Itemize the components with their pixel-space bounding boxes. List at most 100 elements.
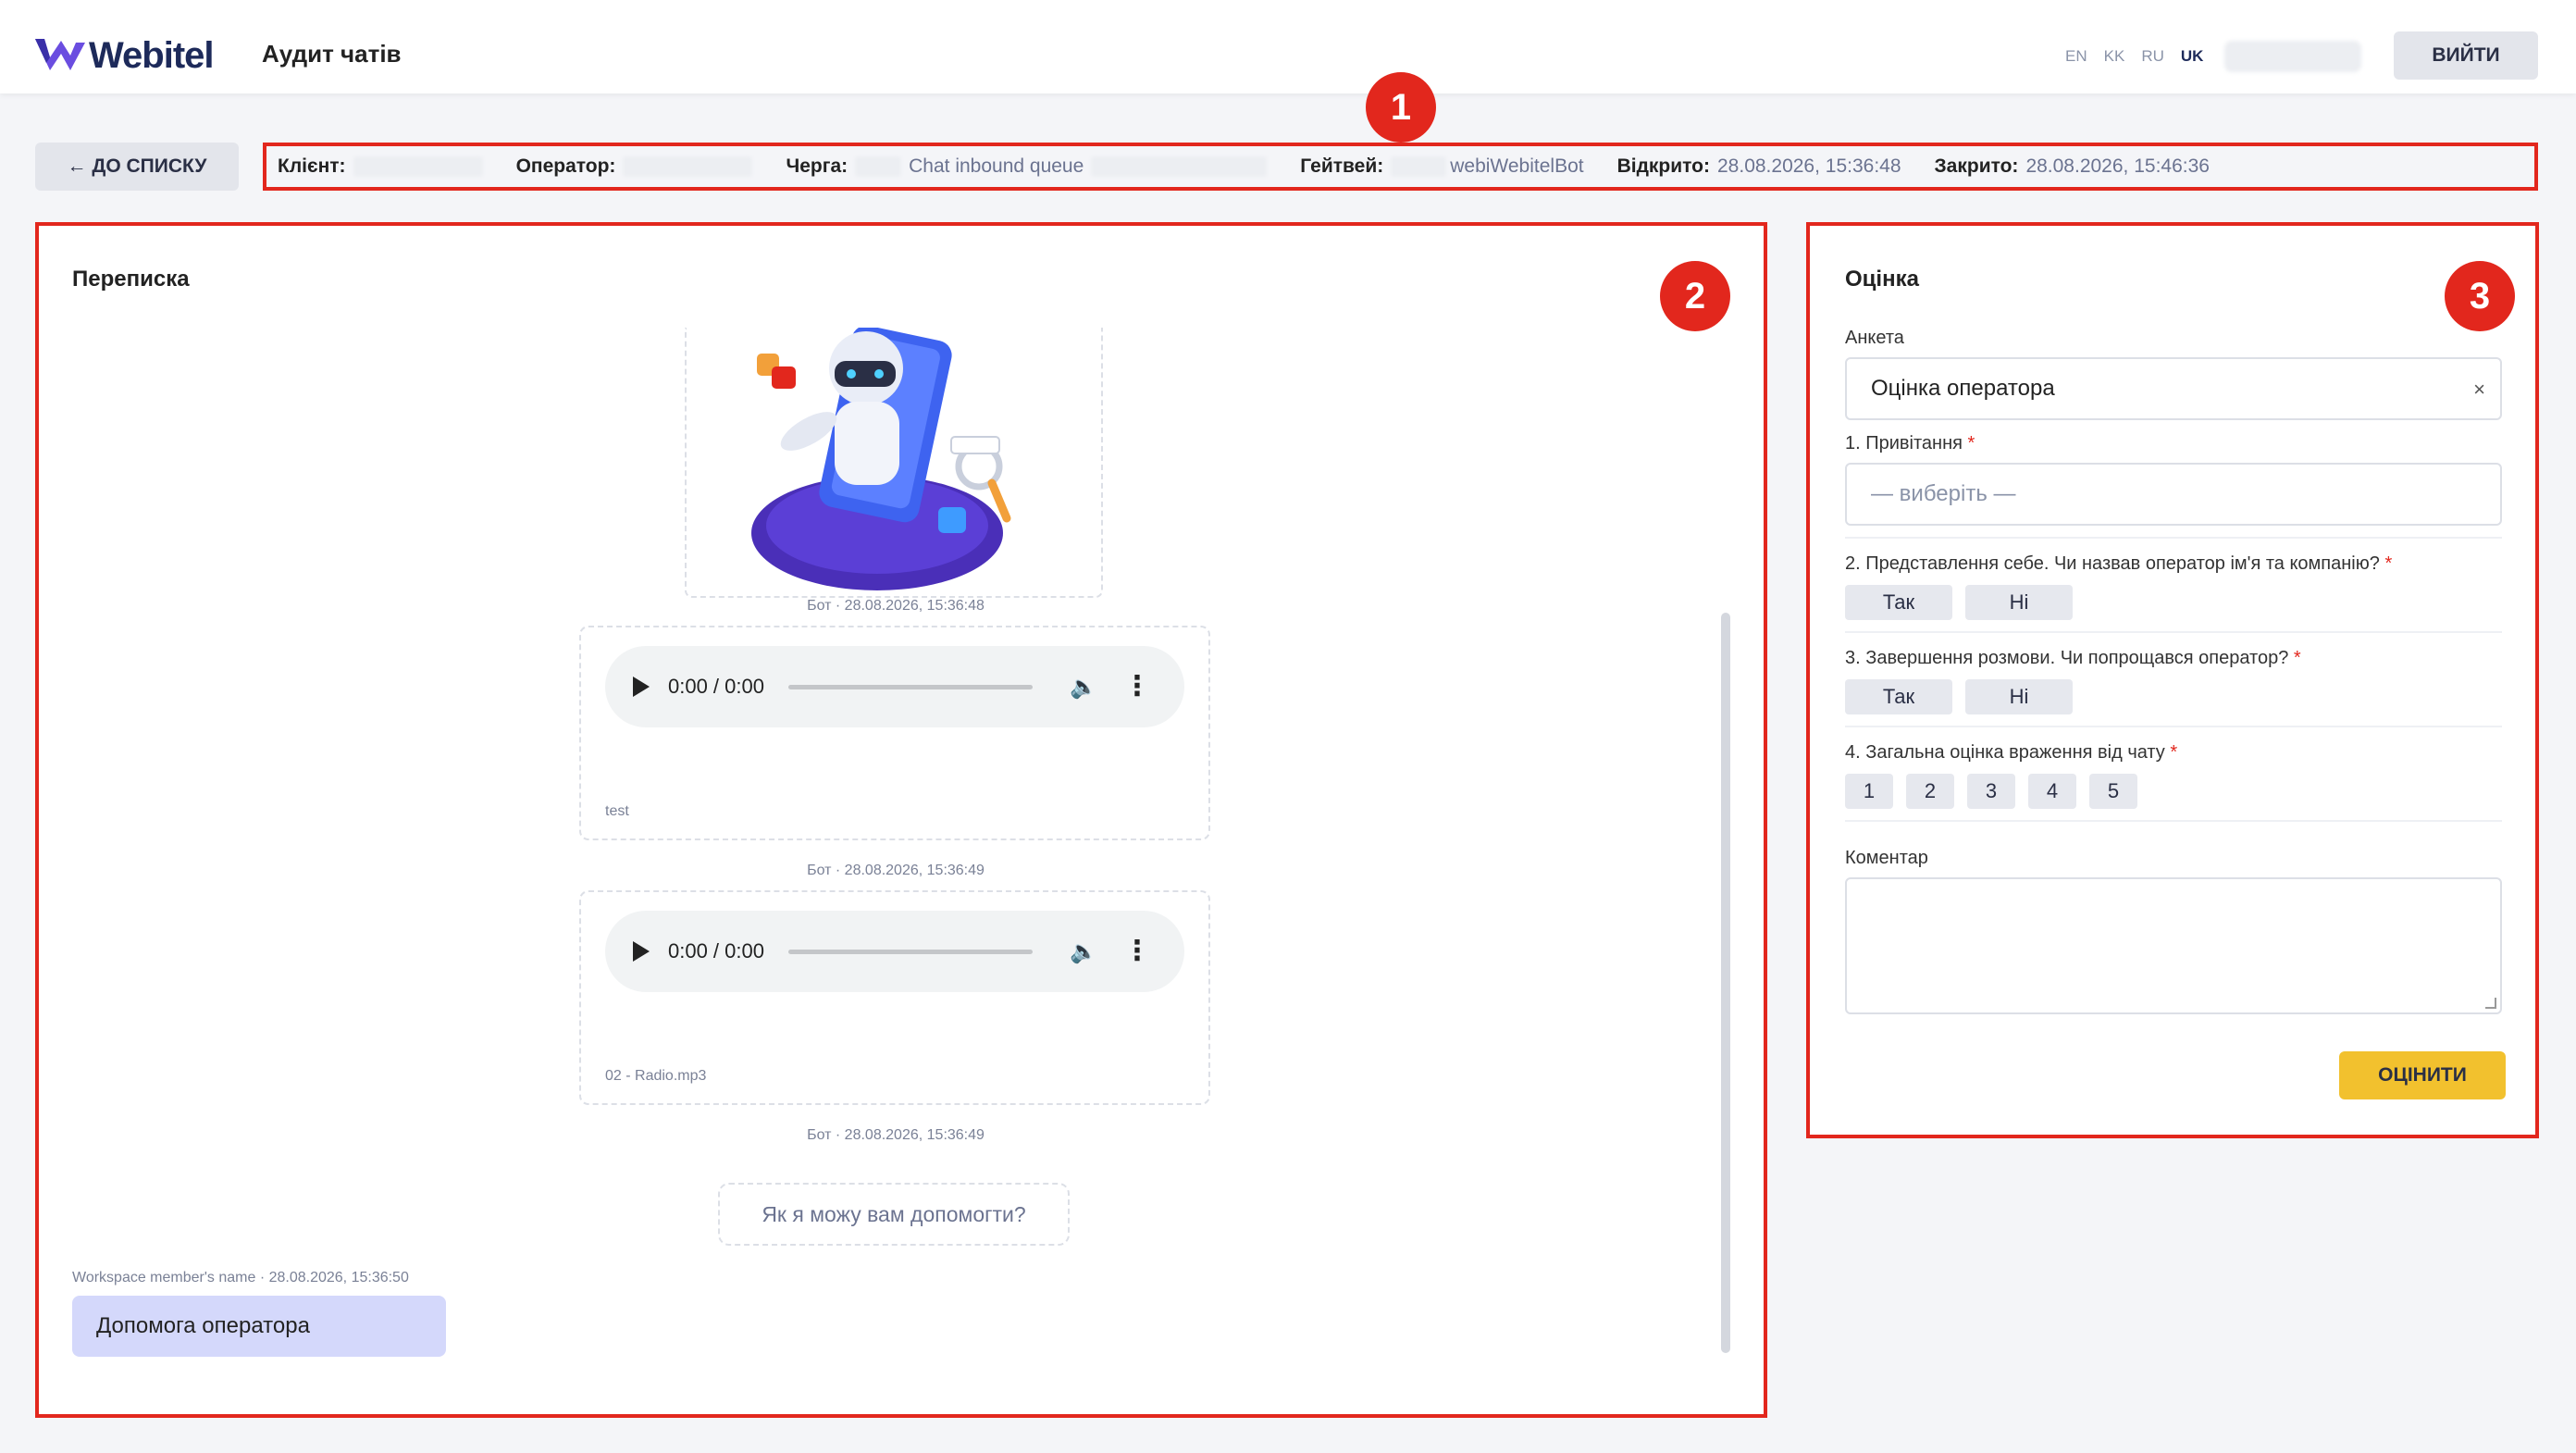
gateway-prefix-redacted [1391,156,1447,177]
required-mark: * [1967,433,1975,453]
operator-message-meta: Workspace member's name · 28.08.2026, 15… [72,1270,409,1285]
chat-info-bar: Клієнт: Оператор: Черга: Chat inbound qu… [263,143,2538,191]
operator-message: Допомога оператора [72,1296,446,1357]
back-to-list-button[interactable]: ← ДО СПИСКУ [35,143,239,191]
gateway-value: webiWebitelBot [1450,155,1584,177]
robot-image-message[interactable] [685,328,1103,598]
comment-textarea[interactable] [1845,877,2502,1014]
q3-label: 3. Завершення розмови. Чи попрощався опе… [1845,648,2301,669]
chat-scrollbar[interactable] [1721,613,1730,1353]
form-select-value: Оцінка оператора [1871,376,2055,401]
q2-label-text: 2. Представлення себе. Чи назвав операто… [1845,553,2380,574]
opened-label: Відкрито: [1616,155,1710,177]
message-meta: Бот · 28.08.2026, 15:36:49 [807,1127,985,1143]
lang-uk[interactable]: UK [2181,47,2204,66]
rating-title: Оцінка [1845,267,1919,292]
q3-options: Так Ні [1845,679,2073,714]
required-mark: * [2293,648,2301,668]
annotation-badge-2: 2 [1660,261,1730,331]
page-title: Аудит чатів [262,40,402,68]
form-select[interactable]: Оцінка оператора × [1845,357,2502,420]
q2-label: 2. Представлення себе. Чи назвав операто… [1845,553,2392,575]
audio-time: 0:00 / 0:00 [668,675,764,698]
audio-file-name: 02 - Radio.mp3 [605,1068,707,1084]
more-options-icon[interactable]: ⋮ [1123,673,1151,701]
audio-time: 0:00 / 0:00 [668,939,764,962]
q2-yes-button[interactable]: Так [1845,585,1952,620]
lang-kk[interactable]: KK [2104,47,2125,66]
q4-label-text: 4. Загальна оцінка враження від чату [1845,742,2165,763]
client-value-redacted [353,156,483,177]
divider [1845,631,2502,633]
audio-player[interactable]: 0:00 / 0:00 🔈 ⋮ [605,646,1184,727]
top-bar: Webitel Аудит чатів EN KK RU UK ВИЙТИ [0,0,2576,93]
q2-no-button[interactable]: Ні [1965,585,2073,620]
operator-info: Оператор: [516,155,753,178]
queue-suffix-redacted [1091,156,1268,177]
score-1-button[interactable]: 1 [1845,774,1893,809]
logout-button[interactable]: ВИЙТИ [2394,31,2538,80]
operator-value-redacted [623,156,753,177]
audio-seek-bar[interactable] [787,949,1033,954]
clear-icon[interactable]: × [2473,378,2485,402]
form-label: Анкета [1845,328,1904,348]
webitel-logo-icon [35,39,85,70]
audio-player[interactable]: 0:00 / 0:00 🔈 ⋮ [605,911,1184,992]
message-meta: Бот · 28.08.2026, 15:36:49 [807,863,985,878]
chat-panel: Переписка 2 Бот · 28.08.2026, 15:36:48 0… [35,222,1767,1418]
user-name-redacted [2224,41,2361,72]
queue-prefix-redacted [855,156,902,177]
audio-seek-bar[interactable] [787,684,1033,689]
q3-label-text: 3. Завершення розмови. Чи попрощався опе… [1845,648,2289,668]
q4-scale: 1 2 3 4 5 [1845,774,2137,809]
opened-value: 28.08.2026, 15:36:48 [1717,155,1901,177]
audio-message: 0:00 / 0:00 🔈 ⋮ test [579,626,1210,840]
operator-label: Оператор: [515,155,616,177]
lang-en[interactable]: EN [2065,47,2087,66]
closed-label: Закрито: [1934,155,2019,177]
score-3-button[interactable]: 3 [1967,774,2015,809]
closed-value: 28.08.2026, 15:46:36 [2025,155,2210,177]
volume-icon[interactable]: 🔈 [1070,938,1097,965]
divider [1845,537,2502,539]
queue-value: Chat inbound queue [909,155,1084,177]
more-options-icon[interactable]: ⋮ [1123,938,1151,965]
audio-file-name: test [605,803,629,819]
play-icon[interactable] [633,941,650,962]
score-4-button[interactable]: 4 [2028,774,2076,809]
gateway-info: Гейтвей: webiWebitelBot [1300,155,1584,178]
gateway-label: Гейтвей: [1300,155,1384,177]
lang-ru[interactable]: RU [2141,47,2164,66]
divider [1845,726,2502,727]
client-info: Клієнт: [278,155,483,178]
robot-illustration [751,328,1011,590]
score-5-button[interactable]: 5 [2089,774,2137,809]
score-2-button[interactable]: 2 [1906,774,1954,809]
q1-label: 1. Привітання * [1845,433,1975,454]
rating-panel: Оцінка 3 Анкета Оцінка оператора × 1. Пр… [1806,222,2539,1138]
client-label: Клієнт: [278,155,346,177]
annotation-badge-3: 3 [2445,261,2515,331]
queue-info: Черга: Chat inbound queue [786,155,1268,178]
q1-label-text: 1. Привітання [1845,433,1963,453]
webitel-logo[interactable]: Webitel [33,33,215,78]
q2-options: Так Ні [1845,585,2073,620]
chat-title: Переписка [72,267,190,292]
language-switcher: EN KK RU UK [2065,47,2203,66]
resize-grip-icon[interactable] [2485,998,2496,1009]
queue-label: Черга: [786,155,848,177]
comment-label: Коментар [1845,848,1928,868]
q3-yes-button[interactable]: Так [1845,679,1952,714]
q1-select-placeholder: — виберіть — [1871,481,2016,506]
q3-no-button[interactable]: Ні [1965,679,2073,714]
required-mark: * [2384,553,2393,574]
annotation-badge-1: 1 [1366,72,1436,143]
bot-text-message: Як я можу вам допомогти? [718,1183,1070,1246]
closed-info: Закрито: 28.08.2026, 15:46:36 [1935,155,2210,178]
submit-rating-button[interactable]: ОЦІНИТИ [2339,1051,2506,1099]
play-icon[interactable] [633,677,650,697]
audio-message: 0:00 / 0:00 🔈 ⋮ 02 - Radio.mp3 [579,890,1210,1105]
q1-select[interactable]: — виберіть — [1845,463,2502,526]
q4-label: 4. Загальна оцінка враження від чату * [1845,742,2177,764]
volume-icon[interactable]: 🔈 [1070,674,1097,701]
